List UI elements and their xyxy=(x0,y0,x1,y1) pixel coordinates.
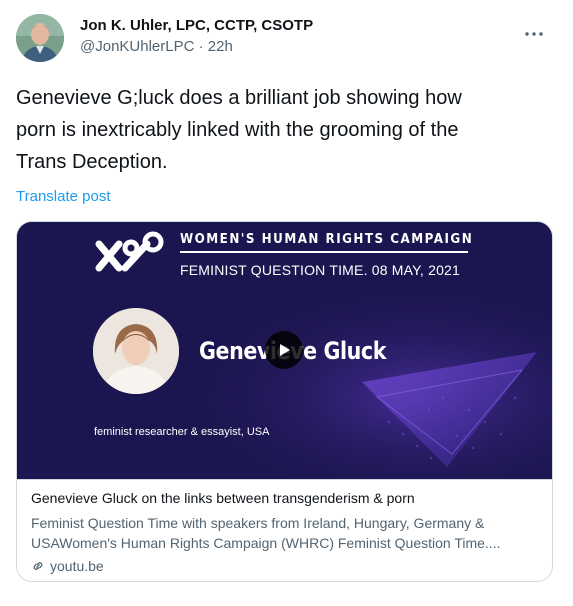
card-description: Feminist Question Time with speakers fro… xyxy=(31,513,536,553)
play-button[interactable] xyxy=(265,331,303,369)
org-name: WOMEN'S HUMAN RIGHTS CAMPAIGN xyxy=(180,232,474,247)
post-text-line: Genevieve G;luck does a brilliant job sh… xyxy=(16,87,462,109)
speaker-role: feminist researcher & essayist, USA xyxy=(94,426,270,438)
more-options-button[interactable] xyxy=(522,22,546,46)
post-text-line: porn is inextricably linked with the gro… xyxy=(16,119,459,141)
card-title[interactable]: Genevieve Gluck on the links between tra… xyxy=(31,490,415,506)
author-avatar[interactable] xyxy=(16,14,64,62)
meta-separator: · xyxy=(198,38,204,55)
post-text-line: Trans Deception. xyxy=(16,151,168,173)
translate-post-link[interactable]: Translate post xyxy=(16,188,111,205)
whrc-logo xyxy=(95,231,164,272)
link-preview-card[interactable]: WOMEN'S HUMAN RIGHTS CAMPAIGN FEMINIST Q… xyxy=(16,221,553,582)
author-meta: @JonKUhlerLPC · 22h xyxy=(80,38,233,55)
event-line: FEMINIST QUESTION TIME. 08 MAY, 2021 xyxy=(180,262,461,278)
speaker-photo xyxy=(93,308,179,394)
card-info[interactable]: Genevieve Gluck on the links between tra… xyxy=(17,479,552,581)
more-horizontal-icon xyxy=(525,32,543,36)
play-icon xyxy=(280,344,290,356)
author-name[interactable]: Jon K. Uhler, LPC, CCTP, CSOTP xyxy=(80,17,313,34)
post-time[interactable]: 22h xyxy=(208,38,233,55)
post-text: Genevieve G;luck does a brilliant job sh… xyxy=(16,82,546,178)
card-domain[interactable]: youtu.be xyxy=(31,558,104,574)
card-description-line: Feminist Question Time with speakers fro… xyxy=(31,515,485,531)
video-thumbnail[interactable]: WOMEN'S HUMAN RIGHTS CAMPAIGN FEMINIST Q… xyxy=(17,222,552,479)
avatar-photo xyxy=(16,14,64,62)
title-divider xyxy=(180,251,468,253)
card-description-line: USAWomen's Human Rights Campaign (WHRC) … xyxy=(31,535,501,551)
card-domain-label: youtu.be xyxy=(50,558,104,574)
link-icon xyxy=(33,562,43,570)
speaker-portrait xyxy=(93,308,179,394)
author-handle[interactable]: @JonKUhlerLPC xyxy=(80,38,194,55)
